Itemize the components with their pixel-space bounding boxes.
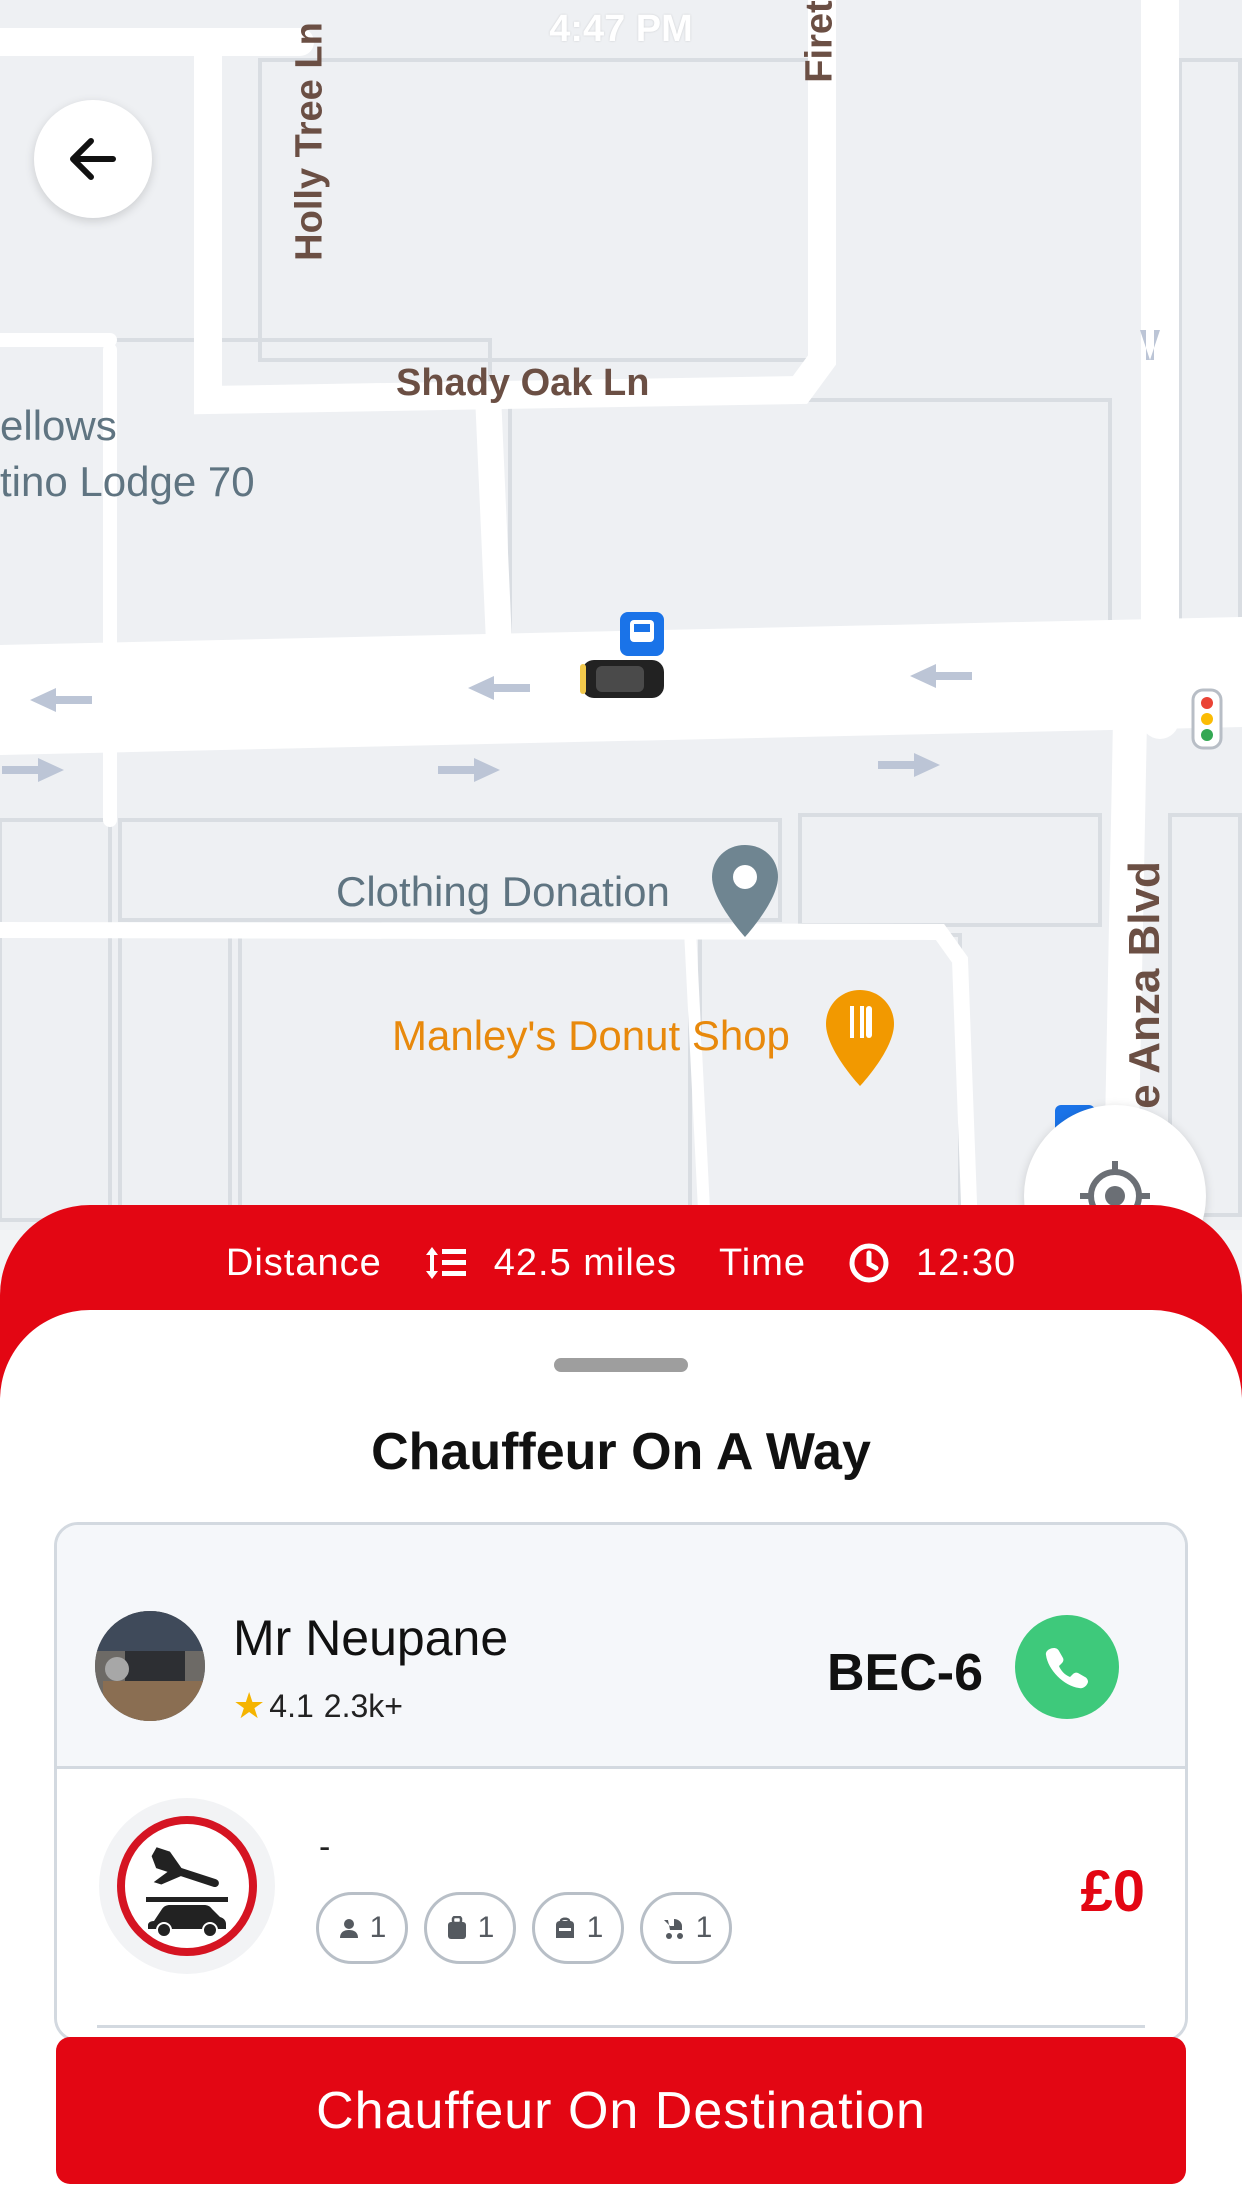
back-button[interactable] <box>34 100 152 218</box>
phone-icon <box>1045 1648 1088 1689</box>
chauffeur-on-destination-button[interactable]: Chauffeur On Destination <box>56 2037 1186 2184</box>
rating-count: 2.3k+ <box>323 1687 403 1724</box>
vehicle-plate: BEC-6 <box>827 1644 984 1702</box>
trip-details-row: - 1 1 1 1 £0 <box>57 1772 1185 2032</box>
call-driver-button[interactable] <box>1015 1615 1119 1719</box>
place-label-clothing-donation[interactable]: Clothing Donation <box>336 868 670 916</box>
divider <box>97 2025 1145 2028</box>
driver-rating: ★ 4.1 2.3k+ <box>233 1685 403 1727</box>
trip-price: £0 <box>1080 1859 1145 1924</box>
distance-label: Distance <box>225 1241 382 1284</box>
hand-luggage-count: 1 <box>586 1911 604 1944</box>
place-label-fellows: ellows <box>0 402 117 449</box>
child-seat-count: 1 <box>695 1911 713 1944</box>
arrow-left-icon <box>70 138 116 180</box>
trip-info-row: Distance 42.5 miles Time 12:30 <box>0 1233 1242 1293</box>
status-time: 4:47 PM <box>549 8 693 50</box>
street-label-de-anza: e Anza Blvd <box>1120 861 1169 1109</box>
place-label-lodge: tino Lodge 70 <box>0 458 255 505</box>
capacity-chips: 1 1 1 1 <box>316 1892 748 1964</box>
distance-icon <box>424 1243 468 1283</box>
driver-row: Mr Neupane ★ 4.1 2.3k+ BEC-6 <box>57 1525 1185 1769</box>
street-label-shady-oak: Shady Oak Ln <box>396 362 650 404</box>
map-view[interactable]: Holly Tree Ln Shady Oak Ln Firet e Anza … <box>0 0 1242 1230</box>
time-value: 12:30 <box>916 1241 1017 1284</box>
driver-avatar <box>95 1611 205 1721</box>
sheet-drag-handle[interactable] <box>554 1358 688 1372</box>
hand-luggage-chip: 1 <box>532 1892 624 1964</box>
time-label: Time <box>718 1241 806 1284</box>
passenger-chip: 1 <box>316 1892 408 1964</box>
child-seat-chip: 1 <box>640 1892 732 1964</box>
airport-dropoff-icon <box>99 1798 275 1974</box>
passenger-count: 1 <box>369 1911 387 1944</box>
luggage-chip: 1 <box>424 1892 516 1964</box>
bag-icon <box>553 1916 577 1940</box>
trip-card: Mr Neupane ★ 4.1 2.3k+ BEC-6 - 1 1 1 1 £… <box>54 1522 1188 2042</box>
person-icon <box>338 1917 360 1939</box>
trip-route-text: - <box>319 1828 331 1866</box>
distance-value: 42.5 miles <box>493 1241 677 1284</box>
stroller-icon <box>660 1916 686 1940</box>
driver-name: Mr Neupane <box>233 1610 509 1666</box>
place-label-donut-shop[interactable]: Manley's Donut Shop <box>392 1012 790 1060</box>
clock-icon <box>848 1242 890 1284</box>
status-bar: 4:47 PM <box>0 0 1242 60</box>
star-icon: ★ <box>233 1685 266 1726</box>
suitcase-icon <box>446 1916 468 1940</box>
rating-value: 4.1 <box>269 1687 314 1724</box>
sheet-title: Chauffeur On A Way <box>371 1423 871 1481</box>
luggage-count: 1 <box>477 1911 495 1944</box>
